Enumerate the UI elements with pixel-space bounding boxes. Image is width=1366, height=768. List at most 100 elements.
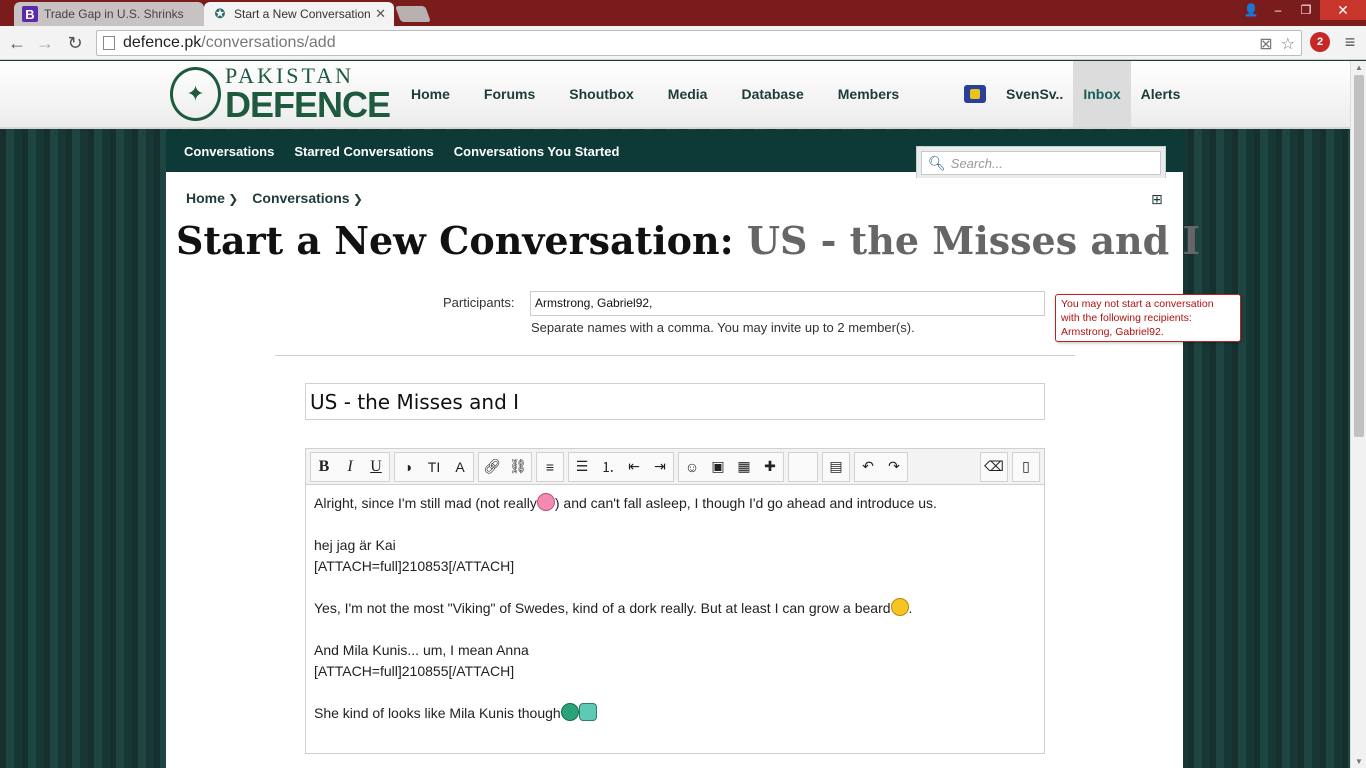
link-icon[interactable]: 🔗︎ xyxy=(479,453,505,481)
browser-toolbar: ← → ↻ defence.pk/conversations/add ⊠ ☆ 2… xyxy=(0,26,1366,60)
remove-formatting-icon[interactable]: ⌫ xyxy=(981,453,1007,481)
subnav-conversations[interactable]: Conversations xyxy=(174,144,284,159)
chrome-menu-icon[interactable]: ≡ xyxy=(1340,32,1360,52)
message-line xyxy=(314,577,1036,598)
url-text: defence.pk/conversations/add xyxy=(123,34,336,51)
empty-toolbar-group xyxy=(788,451,818,482)
site-header: ✦ PAKISTAN DEFENCE Home Forums Shoutbox … xyxy=(0,61,1350,129)
numbered-list-icon[interactable]: ⒈ xyxy=(595,453,621,481)
smilie-icon[interactable]: ☺ xyxy=(679,453,705,481)
message-line xyxy=(314,514,1036,535)
user-profile-icon[interactable]: 👤 xyxy=(1238,0,1264,20)
reload-icon[interactable]: ↻ xyxy=(64,32,86,54)
grin-smilie-icon xyxy=(560,703,579,721)
outdent-icon[interactable]: ⇤ xyxy=(621,453,647,481)
browser-title-bar: B Trade Gap in U.S. Shrinks ✪ Start a Ne… xyxy=(0,0,1366,26)
align-icon[interactable]: ≡ xyxy=(537,453,563,481)
page-icon xyxy=(103,36,115,50)
conversation-title-input[interactable]: US - the Misses and I xyxy=(305,383,1045,420)
page-scrollbar[interactable]: ▲ ▼ xyxy=(1350,61,1366,768)
scrollbar-thumb[interactable] xyxy=(1354,75,1364,437)
search-box: 🔍︎ Search... xyxy=(916,146,1166,178)
message-body[interactable]: Alright, since I'm still mad (not really… xyxy=(306,485,1044,732)
smile-smilie-icon xyxy=(890,598,909,616)
undo-icon[interactable]: ↶ xyxy=(855,453,881,481)
message-line: She kind of looks like Mila Kunis though xyxy=(314,703,1036,724)
message-line: Alright, since I'm still mad (not really… xyxy=(314,493,937,511)
minimize-icon[interactable]: – xyxy=(1264,0,1292,20)
tab-close-icon[interactable]: ✕ xyxy=(375,6,386,22)
nav-home[interactable]: Home xyxy=(394,61,467,127)
nav-forums[interactable]: Forums xyxy=(467,61,552,127)
message-line: [ATTACH=full]210855[/ATTACH] xyxy=(314,663,515,679)
breadcrumb-home[interactable]: Home xyxy=(186,190,238,206)
new-tab-button[interactable] xyxy=(395,6,431,22)
user-nav: SvenSv.. Inbox Alerts xyxy=(954,61,1190,127)
maximize-icon[interactable]: ❐ xyxy=(1292,0,1320,20)
bulleted-list-icon[interactable]: ☰ xyxy=(569,453,595,481)
bookmark-star-icon[interactable]: ☆ xyxy=(1281,34,1295,54)
underline-button[interactable]: U xyxy=(363,453,389,481)
search-icon: 🔍︎ xyxy=(928,154,946,171)
nav-alerts[interactable]: Alerts xyxy=(1131,61,1191,127)
sitemap-icon[interactable]: ⊞ xyxy=(1151,191,1163,208)
message-editor: B I U ◑ TI A 🔗︎ ⛓ ≡ ☰ ⒈ ⇤ ⇥ ☺ ▣ ▦ ✚ ▤ ↶ … xyxy=(305,448,1045,754)
participants-input[interactable]: Armstrong, Gabriel92, xyxy=(530,291,1045,316)
tongue-smilie-icon xyxy=(536,493,555,511)
browser-tab-new-conversation[interactable]: ✪ Start a New Conversation ✕ xyxy=(204,2,394,26)
participants-label: Participants: xyxy=(443,295,515,310)
message-line: Yes, I'm not the most "Viking" of Swedes… xyxy=(314,598,913,616)
thumbs-up-smilie-icon xyxy=(578,703,597,721)
indent-icon[interactable]: ⇥ xyxy=(647,453,673,481)
forward-arrow-icon[interactable]: → xyxy=(34,32,56,54)
toggle-bbcode-icon[interactable]: ▯ xyxy=(1013,453,1039,481)
browser-tab-trade-gap[interactable]: B Trade Gap in U.S. Shrinks xyxy=(14,2,204,26)
participants-hint: Separate names with a comma. You may inv… xyxy=(531,320,915,335)
search-input[interactable]: 🔍︎ Search... xyxy=(921,151,1161,175)
message-line: [ATTACH=full]210853[/ATTACH] xyxy=(314,558,515,574)
bloomberg-favicon-icon: B xyxy=(22,6,38,22)
image-icon[interactable]: ▣ xyxy=(705,453,731,481)
site-logo[interactable]: ✦ PAKISTAN DEFENCE xyxy=(170,63,391,125)
media-icon[interactable]: ▦ xyxy=(731,453,757,481)
scroll-up-icon[interactable]: ▲ xyxy=(1355,63,1363,72)
breadcrumb-conversations[interactable]: Conversations xyxy=(252,190,363,206)
nav-shoutbox[interactable]: Shoutbox xyxy=(552,61,651,127)
main-nav: Home Forums Shoutbox Media Database Memb… xyxy=(394,61,916,127)
subnav-starred[interactable]: Starred Conversations xyxy=(284,144,443,159)
flag-avatar-icon xyxy=(964,85,986,103)
editor-toolbar: B I U ◑ TI A 🔗︎ ⛓ ≡ ☰ ⒈ ⇤ ⇥ ☺ ▣ ▦ ✚ ▤ ↶ … xyxy=(306,449,1044,485)
nav-database[interactable]: Database xyxy=(724,61,820,127)
tab-title: Start a New Conversation xyxy=(234,7,371,21)
page-viewport: ✦ PAKISTAN DEFENCE Home Forums Shoutbox … xyxy=(0,61,1350,768)
scroll-down-icon[interactable]: ▼ xyxy=(1355,757,1363,766)
site-favicon-icon: ✪ xyxy=(214,6,226,21)
insert-more-icon[interactable]: ✚ xyxy=(757,453,783,481)
save-draft-icon[interactable]: ▤ xyxy=(823,453,849,481)
address-bar[interactable]: defence.pk/conversations/add ⊠ ☆ xyxy=(96,30,1302,56)
font-size-icon[interactable]: TI xyxy=(421,453,447,481)
blocked-popup-icon[interactable]: ⊠ xyxy=(1259,34,1272,54)
user-avatar[interactable] xyxy=(954,61,996,127)
back-arrow-icon[interactable]: ← xyxy=(6,32,28,54)
unlink-icon[interactable]: ⛓ xyxy=(505,453,531,481)
user-name-link[interactable]: SvenSv.. xyxy=(996,61,1073,127)
conversations-subnav: Conversations Starred Conversations Conv… xyxy=(166,130,1183,178)
nav-members[interactable]: Members xyxy=(821,61,916,127)
extension-badge-icon[interactable]: 2 xyxy=(1310,32,1330,52)
participants-error-tooltip: You may not start a conversation with th… xyxy=(1055,294,1241,342)
message-line xyxy=(314,619,1036,640)
italic-button[interactable]: I xyxy=(337,453,363,481)
font-family-icon[interactable]: A xyxy=(447,453,473,481)
redo-icon[interactable]: ↷ xyxy=(881,453,907,481)
message-line: And Mila Kunis... um, I mean Anna xyxy=(314,642,529,658)
nav-inbox[interactable]: Inbox xyxy=(1073,61,1131,127)
bold-button[interactable]: B xyxy=(311,453,337,481)
nav-media[interactable]: Media xyxy=(651,61,725,127)
message-line xyxy=(314,682,1036,703)
text-color-icon[interactable]: ◑ xyxy=(395,453,421,481)
window-close-icon[interactable]: ✕ xyxy=(1320,0,1366,20)
breadcrumb: Home Conversations xyxy=(186,190,363,206)
subnav-you-started[interactable]: Conversations You Started xyxy=(444,144,630,159)
message-line: hej jag är Kai xyxy=(314,537,396,553)
